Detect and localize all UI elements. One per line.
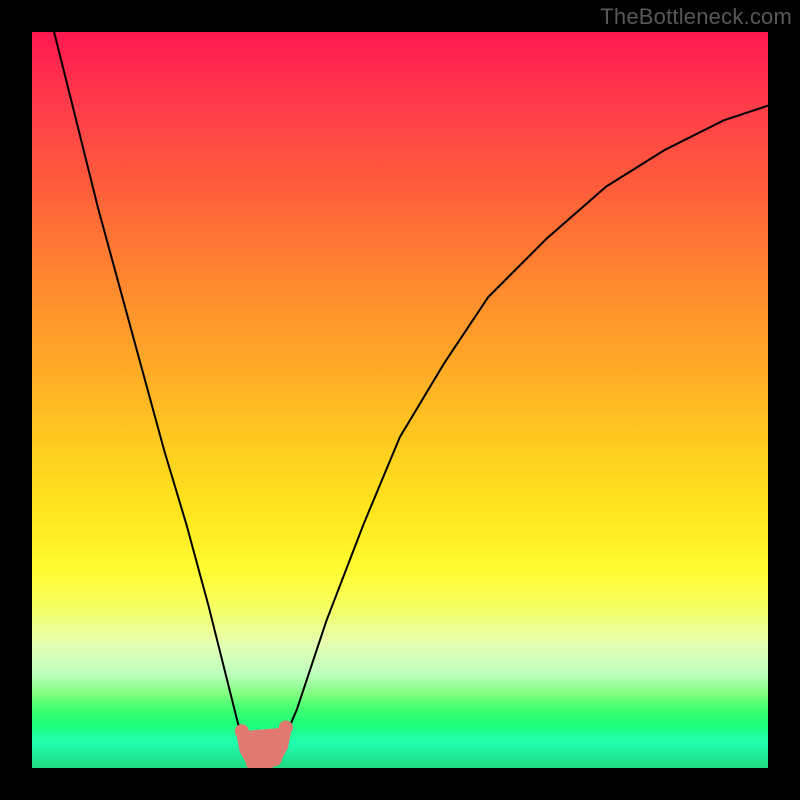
chart-svg: [32, 32, 768, 768]
bottleneck-curve: [54, 32, 768, 768]
plot-area: [32, 32, 768, 768]
chart-frame: TheBottleneck.com: [0, 0, 800, 800]
bottom-cluster-marker: [235, 721, 293, 769]
watermark-text: TheBottleneck.com: [600, 4, 792, 30]
